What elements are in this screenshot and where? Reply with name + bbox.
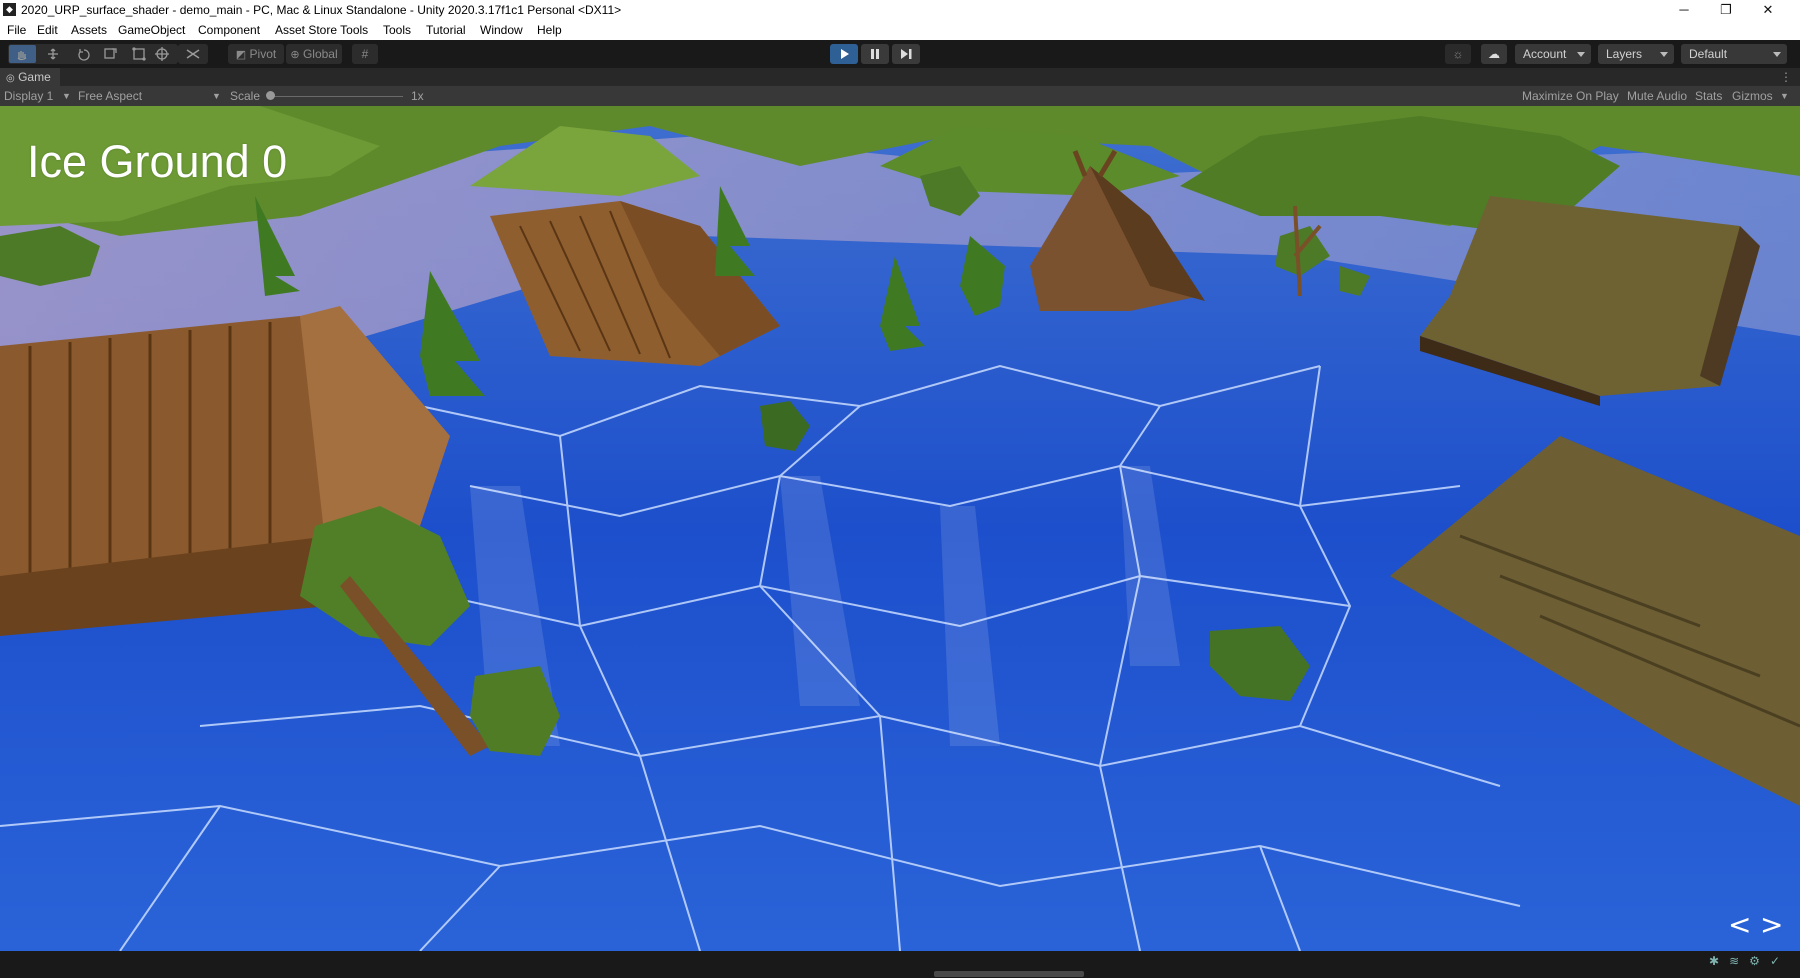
layout-label: Default bbox=[1689, 47, 1728, 61]
maximize-on-play-toggle[interactable]: Maximize On Play bbox=[1522, 89, 1619, 103]
check-icon[interactable]: ✓ bbox=[1770, 954, 1790, 968]
menu-file[interactable]: File bbox=[7, 23, 26, 37]
layers-dropdown[interactable]: Layers bbox=[1598, 44, 1674, 64]
game-controller-icon: ◎ bbox=[6, 73, 15, 84]
menu-asset-store-tools[interactable]: Asset Store Tools bbox=[275, 23, 368, 37]
pivot-icon: ◩ bbox=[235, 49, 247, 61]
window-title: 2020_URP_surface_shader - demo_main - PC… bbox=[21, 3, 622, 17]
gear-icon[interactable]: ⚙ bbox=[1749, 954, 1770, 968]
stats-toggle[interactable]: Stats bbox=[1695, 89, 1722, 103]
menu-assets[interactable]: Assets bbox=[71, 23, 107, 37]
window-titlebar: ◆ 2020_URP_surface_shader - demo_main - … bbox=[0, 0, 1800, 20]
tab-game-label: Game bbox=[18, 70, 51, 84]
global-toggle[interactable]: ⊕ Global bbox=[286, 44, 342, 64]
step-button[interactable] bbox=[892, 44, 920, 64]
game-view-controls: Display 1 ▼ Free Aspect ▼ Scale 1x Maxim… bbox=[0, 86, 1800, 106]
scale-slider-track[interactable] bbox=[268, 96, 403, 97]
menu-gameobject[interactable]: GameObject bbox=[118, 23, 185, 37]
menu-window[interactable]: Window bbox=[480, 23, 523, 37]
aspect-select[interactable]: Free Aspect bbox=[78, 89, 142, 103]
scale-value: 1x bbox=[411, 89, 424, 103]
bug-icon[interactable]: ✱ bbox=[1709, 954, 1729, 968]
chevron-down-icon bbox=[1577, 52, 1585, 57]
main-toolbar: ◩ Pivot ⊕ Global # ☼ ☁ Account Layers De… bbox=[0, 40, 1800, 68]
global-label: Global bbox=[302, 47, 338, 61]
custom-tool-button[interactable] bbox=[178, 44, 208, 64]
minimize-button[interactable]: ─ bbox=[1664, 0, 1704, 20]
game-tab-bar: ◎ Game ⋮ bbox=[0, 68, 1800, 86]
menu-tools[interactable]: Tools bbox=[383, 23, 411, 37]
tab-menu-icon[interactable]: ⋮ bbox=[1780, 68, 1792, 86]
transform-tools-group bbox=[8, 44, 178, 64]
tab-game[interactable]: ◎ Game bbox=[0, 68, 60, 86]
collab-icon: ☼ bbox=[1452, 47, 1464, 61]
maximize-button[interactable]: ❐ bbox=[1706, 0, 1746, 20]
chevron-down-icon bbox=[1773, 52, 1781, 57]
pivot-label: Pivot bbox=[249, 47, 277, 61]
playmode-controls bbox=[830, 44, 922, 64]
account-dropdown[interactable]: Account bbox=[1515, 44, 1591, 64]
close-button[interactable]: ✕ bbox=[1748, 0, 1788, 20]
layers-label: Layers bbox=[1606, 47, 1643, 61]
cloud-icon: ☁ bbox=[1488, 47, 1500, 61]
layout-dropdown[interactable]: Default bbox=[1681, 44, 1787, 64]
menu-help[interactable]: Help bbox=[537, 23, 562, 37]
chevron-down-icon: ▼ bbox=[212, 91, 221, 101]
menu-bar: File Edit Assets GameObject Component As… bbox=[0, 20, 1800, 40]
gizmos-toggle[interactable]: Gizmos bbox=[1732, 89, 1773, 103]
pause-button[interactable] bbox=[861, 44, 889, 64]
scale-slider-handle[interactable] bbox=[266, 91, 275, 100]
unity-logo-icon: ◆ bbox=[3, 3, 16, 16]
game-viewport[interactable]: Ice Ground 0 < > bbox=[0, 106, 1800, 951]
display-select[interactable]: Display 1 bbox=[4, 89, 53, 103]
menu-component[interactable]: Component bbox=[198, 23, 260, 37]
menu-edit[interactable]: Edit bbox=[37, 23, 58, 37]
grid-snap-button[interactable]: # bbox=[352, 44, 378, 64]
chevron-down-icon: ▼ bbox=[1780, 91, 1789, 101]
status-icons: ✱≋⚙✓ bbox=[1709, 954, 1790, 968]
prev-arrow-button[interactable]: < bbox=[1728, 908, 1751, 941]
horizontal-scrollbar[interactable] bbox=[934, 971, 1084, 977]
hud-level-title: Ice Ground 0 bbox=[27, 136, 288, 187]
step-icon bbox=[901, 49, 912, 59]
game-scene-render bbox=[0, 106, 1800, 951]
grid-icon: # bbox=[361, 47, 369, 61]
pause-icon bbox=[871, 49, 879, 59]
menu-tutorial[interactable]: Tutorial bbox=[426, 23, 466, 37]
account-label: Account bbox=[1523, 47, 1567, 61]
cloud-button[interactable]: ☁ bbox=[1481, 44, 1507, 64]
globe-icon: ⊕ bbox=[290, 49, 300, 61]
pivot-toggle[interactable]: ◩ Pivot bbox=[228, 44, 284, 64]
status-bar: ✱≋⚙✓ bbox=[0, 951, 1800, 978]
mute-audio-toggle[interactable]: Mute Audio bbox=[1627, 89, 1687, 103]
next-arrow-button[interactable]: > bbox=[1760, 908, 1783, 941]
layers-icon[interactable]: ≋ bbox=[1729, 954, 1749, 968]
chevron-down-icon: ▼ bbox=[62, 91, 71, 101]
play-button[interactable] bbox=[830, 44, 858, 64]
play-icon bbox=[841, 49, 849, 59]
scale-label: Scale bbox=[230, 89, 261, 103]
collab-button[interactable]: ☼ bbox=[1445, 44, 1471, 64]
chevron-down-icon bbox=[1660, 52, 1668, 57]
